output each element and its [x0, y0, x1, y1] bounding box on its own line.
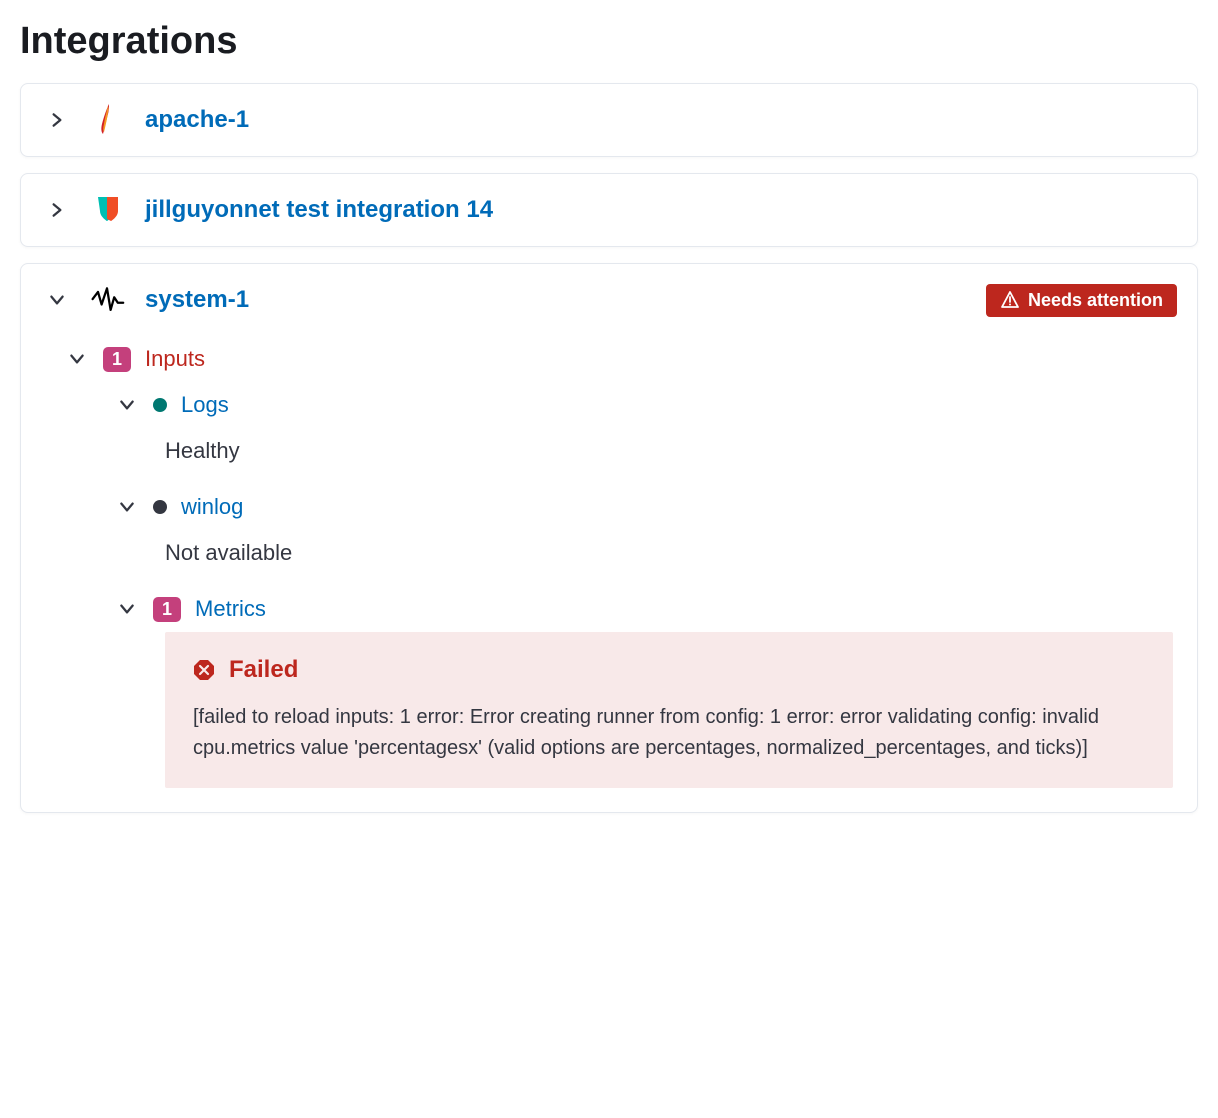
integration-card: system-1 Needs attention 1 Inputs [20, 263, 1198, 813]
error-count-badge: 1 [103, 347, 131, 372]
input-toggle-logs[interactable]: Logs [115, 382, 1173, 428]
chevron-down-icon[interactable] [45, 288, 69, 312]
page-title: Integrations [20, 20, 1198, 63]
apache-icon [89, 102, 125, 138]
input-toggle-winlog[interactable]: winlog [115, 484, 1173, 530]
warning-icon [1000, 290, 1020, 310]
input-status-text: Not available [165, 530, 1173, 586]
input-toggle-metrics[interactable]: 1 Metrics [115, 586, 1173, 632]
error-panel: Failed [failed to reload inputs: 1 error… [165, 632, 1173, 788]
chevron-down-icon[interactable] [115, 597, 139, 621]
integration-toggle[interactable]: system-1 [21, 264, 273, 336]
integration-name[interactable]: jillguyonnet test integration 14 [145, 196, 493, 224]
error-count-badge: 1 [153, 597, 181, 622]
chevron-right-icon[interactable] [45, 198, 69, 222]
error-title: Failed [229, 656, 298, 684]
inputs-toggle[interactable]: 1 Inputs [65, 336, 1173, 382]
system-icon [89, 282, 125, 318]
needs-attention-label: Needs attention [1028, 290, 1163, 311]
status-dot-healthy-icon [153, 398, 167, 412]
integration-name[interactable]: system-1 [145, 286, 249, 314]
chevron-down-icon[interactable] [115, 393, 139, 417]
integration-header: system-1 Needs attention [21, 264, 1197, 336]
integration-card: apache-1 [20, 83, 1198, 157]
input-name[interactable]: winlog [181, 494, 243, 520]
inputs-label: Inputs [145, 346, 205, 372]
error-message: [failed to reload inputs: 1 error: Error… [193, 702, 1145, 764]
needs-attention-badge: Needs attention [986, 284, 1177, 317]
chevron-down-icon[interactable] [65, 347, 89, 371]
integration-name[interactable]: apache-1 [145, 106, 249, 134]
status-dot-unavailable-icon [153, 500, 167, 514]
integration-card: jillguyonnet test integration 14 [20, 173, 1198, 247]
input-name[interactable]: Metrics [195, 596, 266, 622]
integration-header[interactable]: apache-1 [21, 84, 1197, 156]
error-icon [193, 659, 215, 681]
chevron-right-icon[interactable] [45, 108, 69, 132]
integration-header[interactable]: jillguyonnet test integration 14 [21, 174, 1197, 246]
chevron-down-icon[interactable] [115, 495, 139, 519]
input-name[interactable]: Logs [181, 392, 229, 418]
input-status-text: Healthy [165, 428, 1173, 484]
security-icon [89, 192, 125, 228]
